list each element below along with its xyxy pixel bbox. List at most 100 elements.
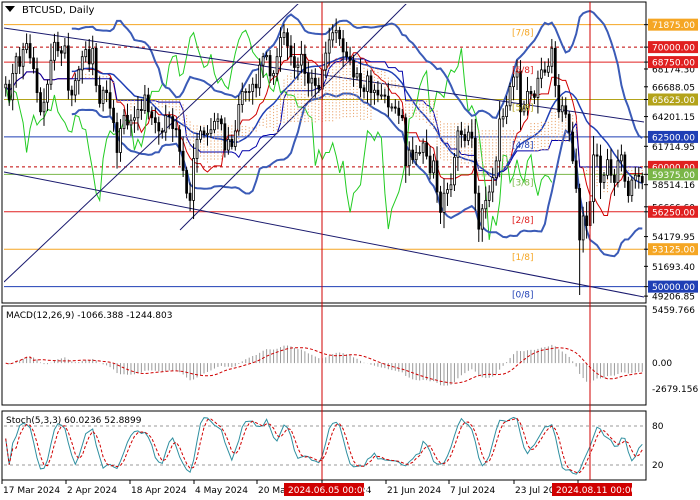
candle-body bbox=[178, 129, 182, 152]
candle-body bbox=[540, 69, 543, 79]
candle-body bbox=[39, 92, 42, 113]
candle-body bbox=[279, 37, 282, 58]
price-badge-label: 56250.00 bbox=[652, 208, 695, 218]
candle-body bbox=[581, 215, 585, 241]
murrey-label: [4/8] bbox=[512, 141, 534, 151]
candle-body bbox=[237, 104, 241, 132]
candle-body bbox=[560, 105, 564, 113]
candle-body bbox=[146, 94, 150, 113]
candle-body bbox=[105, 89, 108, 94]
candle-body bbox=[637, 174, 641, 177]
candle-body bbox=[324, 52, 328, 71]
x-tick-label: 2 Apr 2024 bbox=[67, 486, 117, 496]
candle-body bbox=[126, 114, 129, 126]
candle-body bbox=[11, 73, 15, 101]
price-tick-label: 51693.40 bbox=[652, 263, 695, 273]
macd-tick-label: -2679.156 bbox=[652, 385, 698, 395]
candle-body bbox=[115, 122, 119, 153]
candle-body bbox=[226, 138, 230, 151]
candle-body bbox=[192, 158, 195, 201]
candle-body bbox=[428, 155, 432, 174]
candle-body bbox=[268, 55, 272, 77]
candle-body bbox=[557, 85, 561, 113]
candle-body bbox=[494, 160, 498, 179]
murrey-label: [1/8] bbox=[512, 253, 534, 263]
candle-body bbox=[7, 83, 11, 101]
candle-body bbox=[512, 76, 515, 88]
x-tick-label: 4 May 2024 bbox=[195, 486, 248, 496]
chart-title: BTCUSD, Daily bbox=[22, 5, 94, 16]
candle-body bbox=[327, 39, 331, 54]
candle-body bbox=[414, 152, 418, 161]
candle-body bbox=[411, 149, 415, 161]
price-tick-label: 61714.95 bbox=[652, 143, 695, 153]
candle-body bbox=[282, 32, 286, 38]
candle-body bbox=[640, 176, 644, 183]
murrey-label: [2/8] bbox=[512, 216, 534, 226]
candle-body bbox=[626, 180, 630, 197]
candle-body bbox=[633, 174, 637, 181]
candle-body bbox=[133, 117, 136, 121]
candle-body bbox=[595, 154, 599, 157]
candle-body bbox=[609, 159, 613, 176]
murrey-label: [3/8] bbox=[512, 178, 534, 188]
candle-body bbox=[303, 53, 307, 74]
candle-body bbox=[261, 56, 265, 66]
candle-body bbox=[164, 114, 168, 133]
price-tick-label: 58514.16 bbox=[652, 181, 695, 191]
candle-body bbox=[70, 89, 74, 96]
candle-body bbox=[153, 117, 157, 123]
candle-body bbox=[341, 38, 345, 53]
candle-body bbox=[188, 192, 192, 201]
candle-body bbox=[220, 118, 223, 125]
candle-body bbox=[487, 191, 491, 201]
candle-body bbox=[470, 131, 474, 139]
candle-body bbox=[567, 113, 571, 133]
candle-body bbox=[400, 114, 404, 119]
candle-body bbox=[564, 105, 568, 115]
price-tick-label: 54179.95 bbox=[652, 233, 695, 243]
price-badge-label: 53125.00 bbox=[652, 246, 695, 256]
candle-body bbox=[286, 32, 289, 47]
candle-body bbox=[390, 106, 394, 109]
candle-body bbox=[585, 215, 588, 226]
candle-body bbox=[32, 57, 35, 70]
murrey-label: [7/8] bbox=[512, 29, 534, 39]
candle-body bbox=[209, 129, 213, 134]
candle-body bbox=[439, 191, 442, 213]
x-tick-label: 7 Jul 2024 bbox=[450, 486, 495, 496]
candle-body bbox=[501, 116, 505, 120]
candle-body bbox=[345, 51, 348, 58]
candle-body bbox=[60, 50, 63, 54]
candle-body bbox=[355, 73, 359, 78]
candle-body bbox=[383, 94, 387, 97]
candle-body bbox=[442, 192, 446, 213]
macd-label: MACD(12,26,9) -1066.388 -1244.803 bbox=[6, 311, 172, 321]
candle-body bbox=[397, 107, 401, 116]
candle-body bbox=[449, 184, 453, 191]
candle-body bbox=[112, 107, 115, 123]
stoch-level-label: 80 bbox=[652, 422, 664, 432]
candle-body bbox=[233, 130, 237, 147]
candle-body bbox=[602, 174, 606, 183]
candle-body bbox=[498, 118, 502, 162]
candle-body bbox=[174, 128, 178, 131]
candle-body bbox=[254, 83, 258, 89]
candle-body bbox=[352, 59, 355, 78]
price-badge-label: 71875.00 bbox=[652, 21, 695, 31]
candle-body bbox=[456, 130, 460, 158]
x-tick-label: 18 Apr 2024 bbox=[131, 486, 187, 496]
candle-body bbox=[150, 111, 154, 119]
candle-body bbox=[425, 142, 428, 157]
candle-body bbox=[543, 69, 547, 73]
candle-body bbox=[199, 130, 202, 140]
murrey-label: [0/8] bbox=[512, 291, 534, 301]
candle-body bbox=[386, 95, 390, 108]
macd-tick-label: 0.00 bbox=[652, 359, 672, 369]
candle-body bbox=[571, 131, 575, 162]
candle-body bbox=[84, 49, 88, 58]
candle-body bbox=[460, 130, 463, 135]
candle-body bbox=[289, 45, 293, 58]
candle-body bbox=[421, 142, 425, 153]
candle-body bbox=[529, 91, 533, 95]
